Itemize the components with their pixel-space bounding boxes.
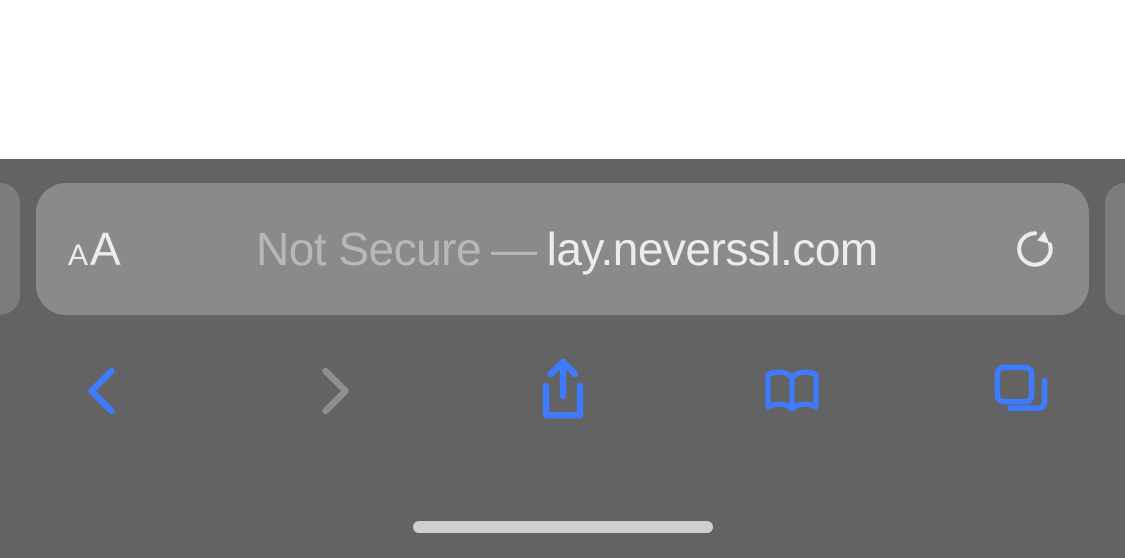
page-content-area xyxy=(0,0,1125,159)
chevron-right-icon xyxy=(303,357,363,425)
share-icon xyxy=(533,357,593,425)
next-tab-peek[interactable] xyxy=(1105,183,1125,315)
url-text: Not Secure—lay.neverssl.com xyxy=(256,222,878,276)
reader-text-size-button[interactable]: AA xyxy=(68,222,121,276)
back-button[interactable] xyxy=(70,357,138,425)
aa-small-glyph: A xyxy=(68,239,88,273)
forward-button xyxy=(299,357,367,425)
address-bar-row: AA Not Secure—lay.neverssl.com xyxy=(0,159,1125,339)
url-display[interactable]: Not Secure—lay.neverssl.com xyxy=(141,222,993,276)
share-button[interactable] xyxy=(529,357,597,425)
book-icon xyxy=(762,357,822,425)
reload-button[interactable] xyxy=(1013,227,1057,271)
browser-chrome: AA Not Secure—lay.neverssl.com xyxy=(0,159,1125,558)
tabs-button[interactable] xyxy=(987,357,1055,425)
prev-tab-peek[interactable] xyxy=(0,183,20,315)
security-status-label: Not Secure xyxy=(256,223,481,275)
aa-large-glyph: A xyxy=(90,222,121,276)
reload-icon xyxy=(1016,227,1054,271)
url-domain: lay.neverssl.com xyxy=(547,223,878,275)
url-separator: — xyxy=(491,223,537,275)
chevron-left-icon xyxy=(74,357,134,425)
bookmarks-button[interactable] xyxy=(758,357,826,425)
bottom-toolbar xyxy=(0,339,1125,425)
home-indicator[interactable] xyxy=(413,521,713,533)
address-bar[interactable]: AA Not Secure—lay.neverssl.com xyxy=(36,183,1089,315)
tabs-icon xyxy=(991,357,1051,425)
